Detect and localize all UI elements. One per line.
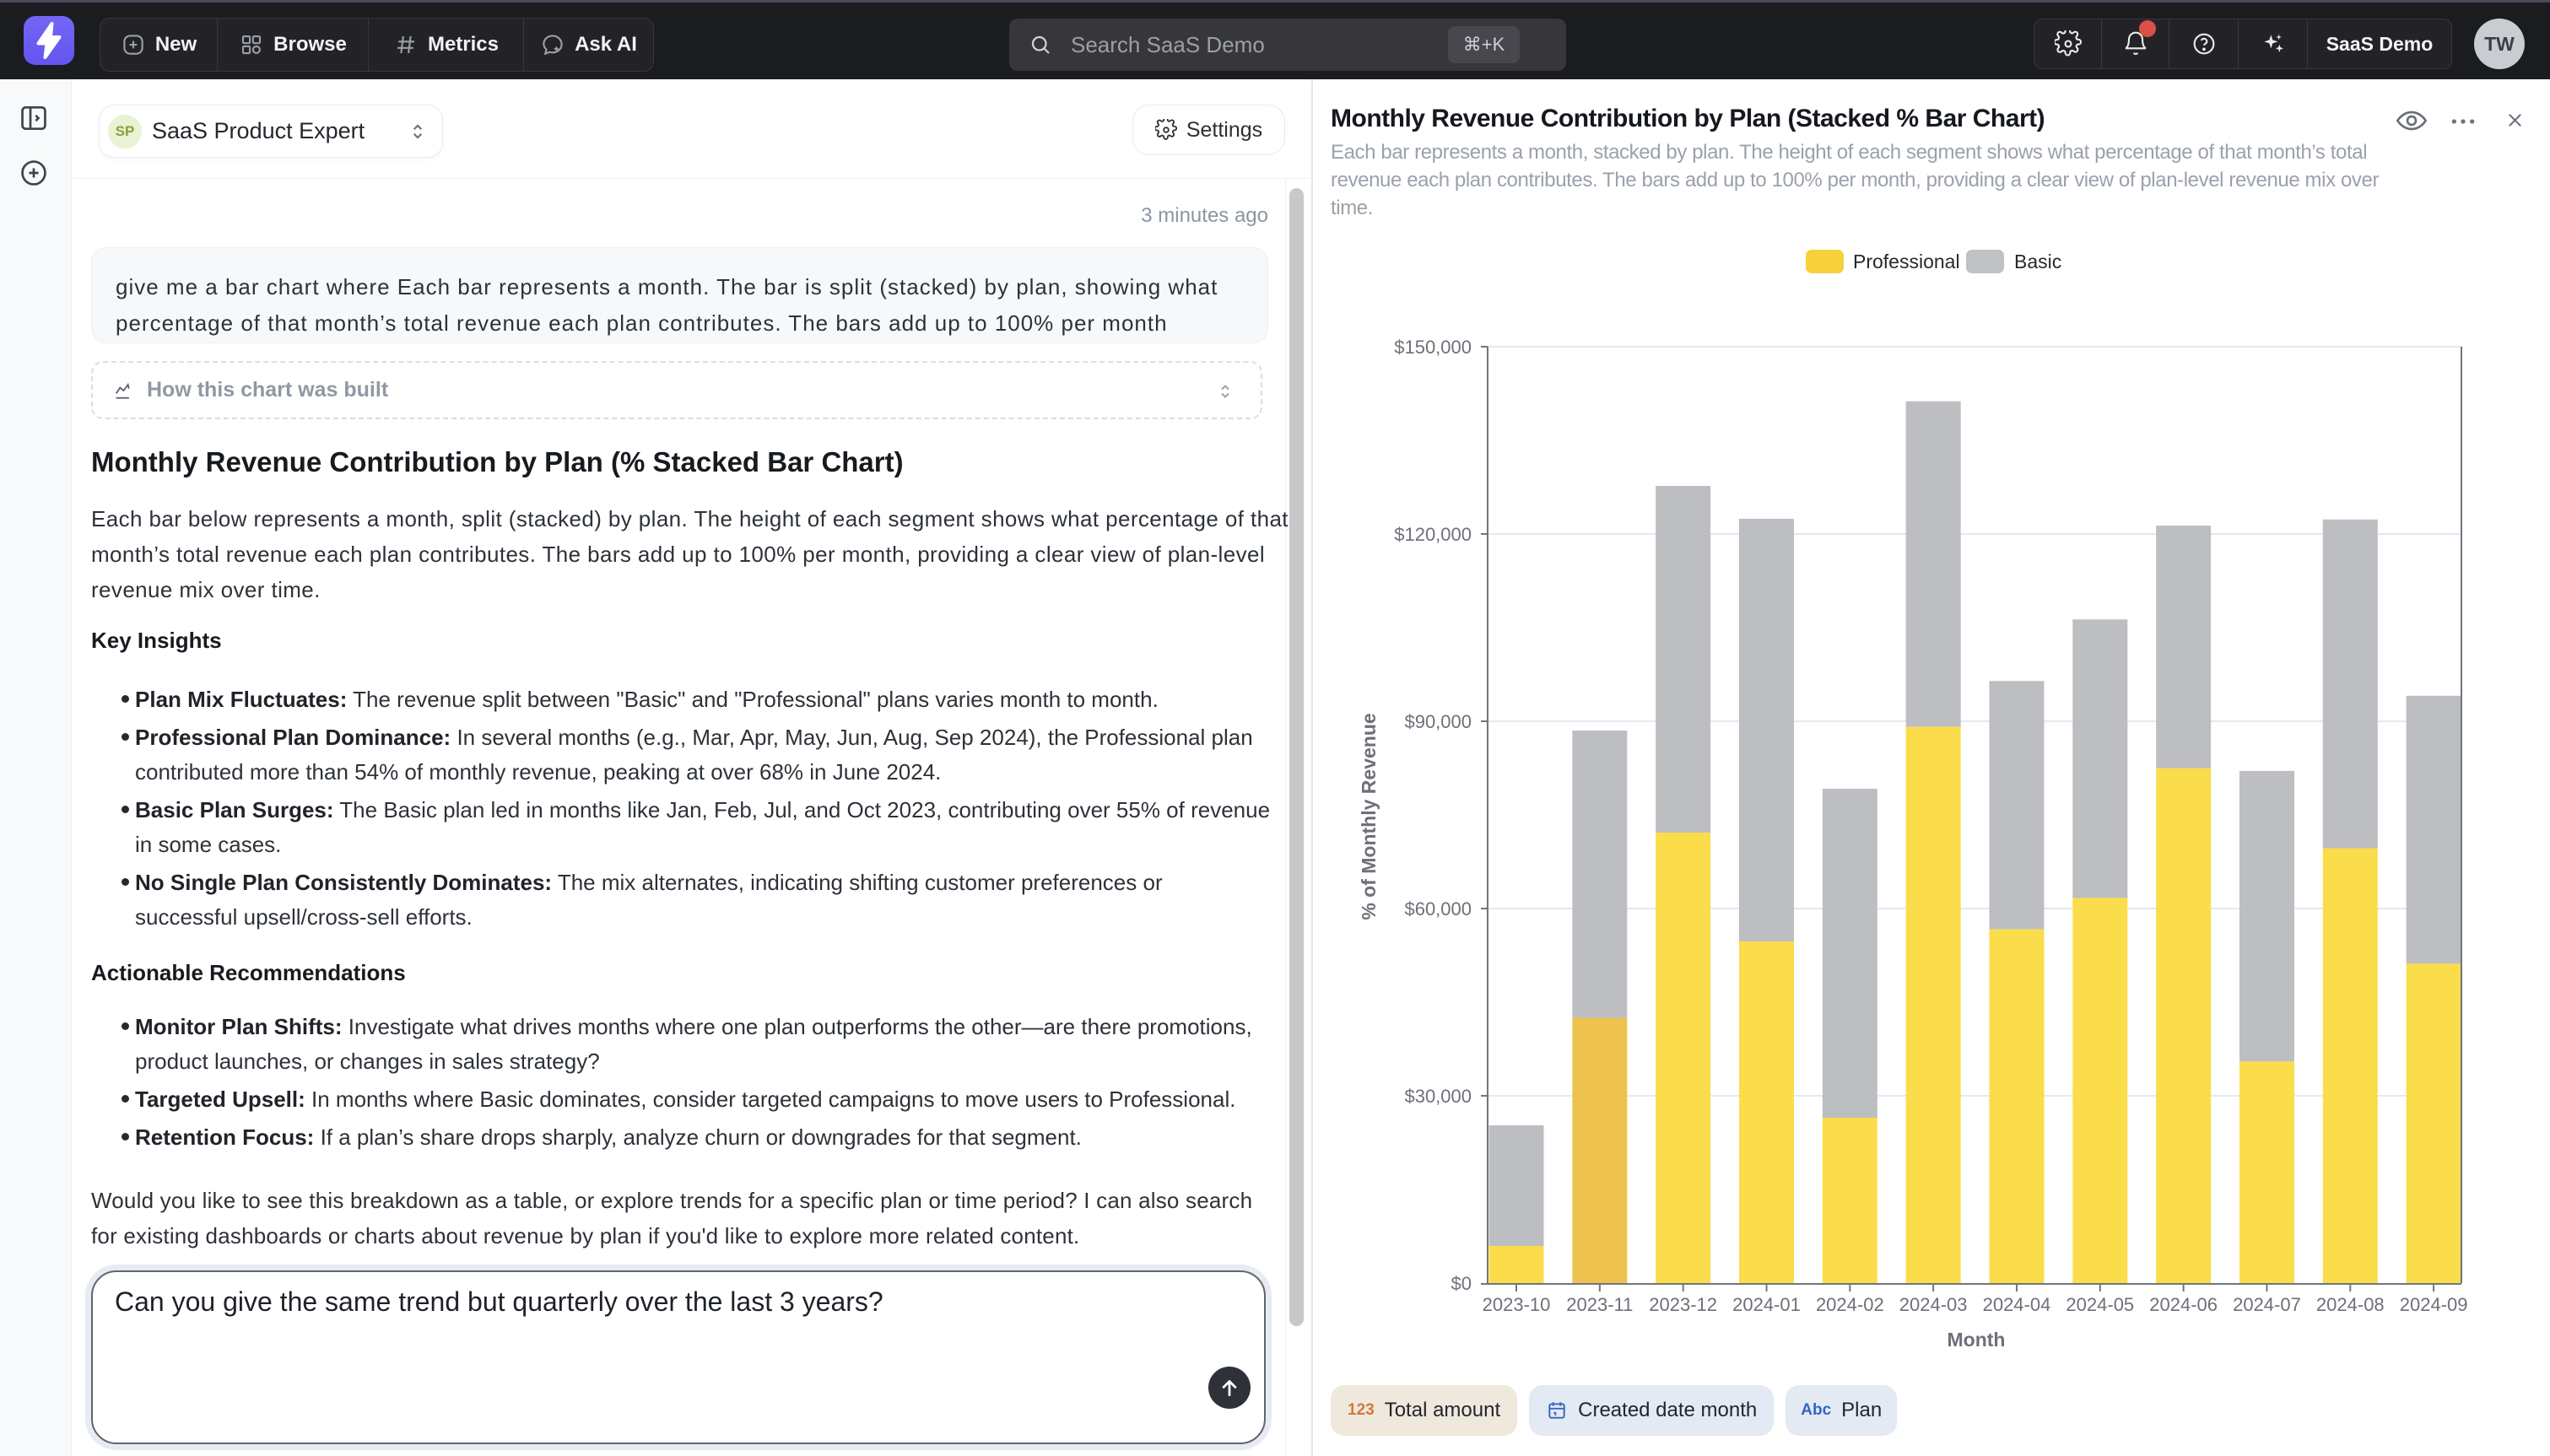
svg-text:$60,000: $60,000: [1404, 898, 1472, 919]
svg-text:$120,000: $120,000: [1394, 524, 1472, 545]
svg-text:2024-07: 2024-07: [2233, 1294, 2301, 1315]
svg-text:2024-04: 2024-04: [1983, 1294, 2051, 1315]
svg-text:2024-09: 2024-09: [2400, 1294, 2468, 1315]
svg-text:$150,000: $150,000: [1394, 337, 1472, 358]
svg-text:2024-02: 2024-02: [1816, 1294, 1884, 1315]
svg-text:$90,000: $90,000: [1404, 711, 1472, 732]
svg-text:2024-01: 2024-01: [1732, 1294, 1801, 1315]
svg-text:2024-08: 2024-08: [2316, 1294, 2385, 1315]
svg-text:Professional: Professional: [1853, 251, 1960, 272]
svg-text:2023-11: 2023-11: [1566, 1294, 1633, 1315]
svg-text:2024-05: 2024-05: [2066, 1294, 2134, 1315]
svg-text:2023-12: 2023-12: [1649, 1294, 1717, 1315]
svg-text:$0: $0: [1451, 1273, 1472, 1294]
svg-text:Basic: Basic: [2014, 251, 2061, 272]
svg-text:Month: Month: [1948, 1329, 2006, 1351]
svg-text:2023-10: 2023-10: [1483, 1294, 1551, 1315]
svg-text:2024-06: 2024-06: [2149, 1294, 2218, 1315]
svg-text:% of Monthly Revenue: % of Monthly Revenue: [1358, 713, 1380, 919]
svg-text:2024-03: 2024-03: [1899, 1294, 1968, 1315]
svg-text:$30,000: $30,000: [1404, 1086, 1472, 1107]
